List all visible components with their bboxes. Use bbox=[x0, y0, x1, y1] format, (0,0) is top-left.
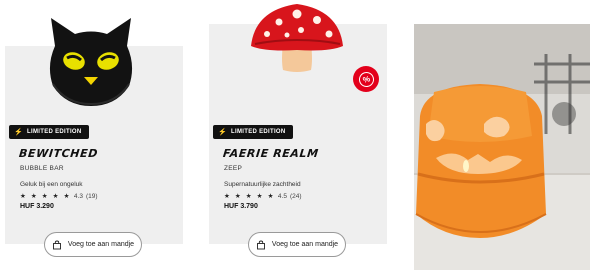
star-rating-icon: ★ ★ ★ ★ ★ bbox=[224, 192, 275, 200]
limited-edition-badge: ⚡ LIMITED EDITION bbox=[213, 125, 293, 139]
product-price: HUF 3.790 bbox=[224, 203, 258, 210]
product-card-faerie-realm[interactable]: % ⚡ LIMITED EDITION Faerie Realm ZEEP Su… bbox=[209, 0, 387, 270]
review-count: (19) bbox=[85, 192, 98, 200]
rating-value: 4.5 bbox=[277, 192, 287, 200]
product-category: BUBBLE BAR bbox=[20, 165, 64, 172]
product-category: ZEEP bbox=[224, 165, 243, 172]
badge-label: LIMITED EDITION bbox=[27, 129, 82, 135]
lightning-bolt-icon: ⚡ bbox=[14, 129, 24, 136]
limited-edition-badge: ⚡ LIMITED EDITION bbox=[9, 125, 89, 139]
black-cat-bubble-bar-image[interactable] bbox=[41, 16, 141, 108]
product-card-bewitched[interactable]: ⚡ LIMITED EDITION Bewitched BUBBLE BAR G… bbox=[5, 0, 183, 270]
pumpkin-lantern-image bbox=[414, 24, 590, 270]
pumpkin-candle-lifestyle-photo[interactable] bbox=[414, 24, 590, 270]
shopping-bag-icon bbox=[256, 240, 265, 249]
percent-icon: % bbox=[356, 69, 376, 89]
review-count: (24) bbox=[289, 192, 302, 200]
shopping-bag-icon bbox=[52, 240, 61, 249]
mushroom-soap-image[interactable] bbox=[245, 0, 349, 74]
product-title[interactable]: Faerie Realm bbox=[222, 147, 319, 160]
promo-sticker: % bbox=[353, 66, 379, 92]
star-rating-icon: ★ ★ ★ ★ ★ bbox=[20, 192, 71, 200]
product-description: Geluk bij een ongeluk bbox=[20, 181, 83, 188]
rating-value: 4.3 bbox=[73, 192, 83, 200]
add-to-cart-button[interactable]: Voeg toe aan mandje bbox=[248, 232, 346, 257]
product-title[interactable]: Bewitched bbox=[18, 147, 98, 160]
product-price: HUF 3.290 bbox=[20, 203, 54, 210]
product-rating: ★ ★ ★ ★ ★ 4.3 (19) bbox=[20, 192, 98, 200]
lightning-bolt-icon: ⚡ bbox=[218, 129, 228, 136]
add-to-cart-button[interactable]: Voeg toe aan mandje bbox=[44, 232, 142, 257]
product-rating: ★ ★ ★ ★ ★ 4.5 (24) bbox=[224, 192, 302, 200]
add-to-cart-label: Voeg toe aan mandje bbox=[67, 241, 135, 248]
add-to-cart-label: Voeg toe aan mandje bbox=[271, 241, 339, 248]
badge-label: LIMITED EDITION bbox=[231, 129, 286, 135]
product-description: Supernatuurlijke zachtheid bbox=[224, 181, 301, 188]
